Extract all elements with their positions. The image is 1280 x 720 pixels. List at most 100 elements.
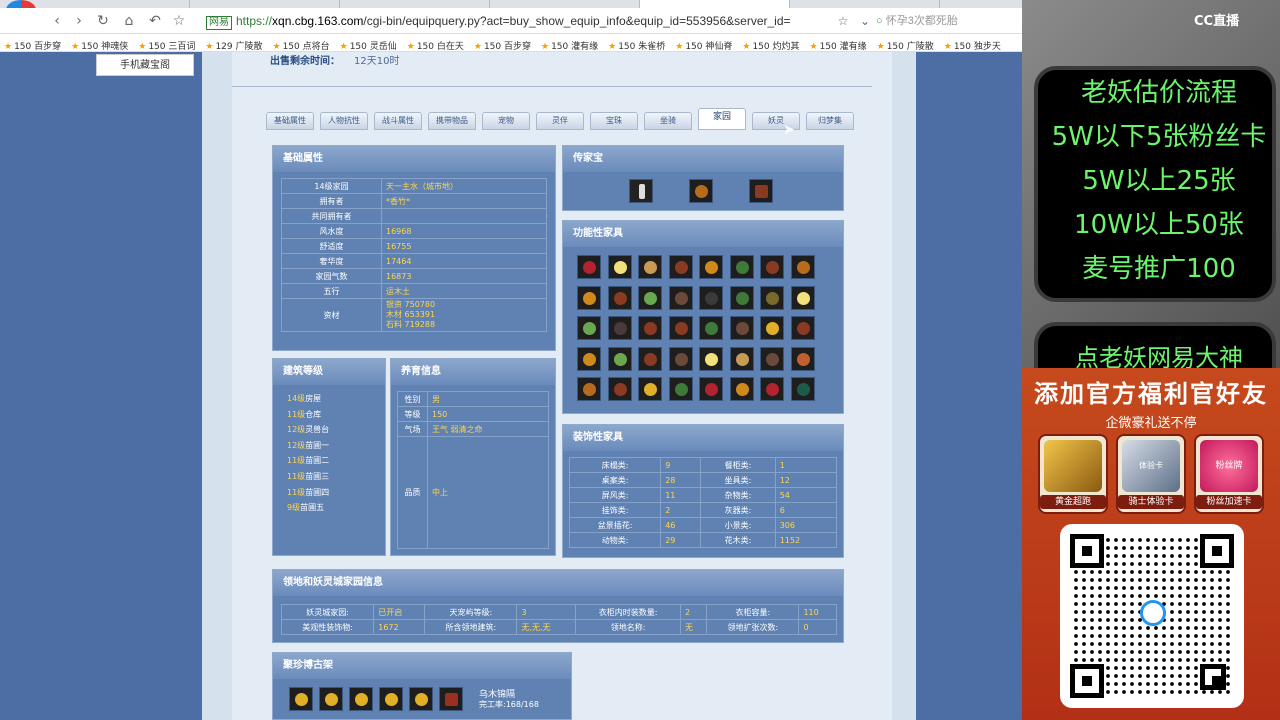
bookmark-item[interactable]: ★ 150 灌有缘 bbox=[541, 38, 598, 51]
furniture-item[interactable] bbox=[760, 316, 784, 340]
furniture-item[interactable] bbox=[760, 377, 784, 401]
bookmark-item[interactable]: ★ 150 白在天 bbox=[407, 38, 464, 51]
furniture-item[interactable] bbox=[607, 346, 632, 371]
browser-tab[interactable] bbox=[790, 0, 940, 8]
bookmark-item[interactable]: ★ 150 神魂侠 bbox=[71, 38, 128, 51]
furniture-icon bbox=[674, 261, 688, 274]
home-icon[interactable]: ⌂ bbox=[120, 12, 138, 30]
antique-item[interactable] bbox=[379, 687, 403, 711]
decor-value: 2 bbox=[660, 502, 702, 518]
bookmark-item[interactable]: ★ 150 朱雀桥 bbox=[608, 38, 665, 51]
furniture-item[interactable] bbox=[577, 255, 601, 279]
heirloom-item[interactable] bbox=[689, 179, 713, 203]
browser-tab-active[interactable] bbox=[640, 0, 790, 8]
furniture-item[interactable] bbox=[699, 346, 723, 371]
browser-tab[interactable] bbox=[340, 0, 490, 8]
antique-item[interactable] bbox=[349, 687, 373, 711]
tab-8[interactable]: 家园 bbox=[698, 108, 746, 130]
furniture-item[interactable] bbox=[638, 377, 662, 401]
bookmark-item[interactable]: ★ 150 百步穿 bbox=[4, 38, 61, 51]
reload-icon[interactable]: ↻ bbox=[94, 12, 112, 30]
furniture-item[interactable] bbox=[699, 316, 723, 340]
mobile-cbg-button[interactable]: 手机藏宝阁 bbox=[96, 54, 194, 76]
browser-tab[interactable] bbox=[190, 0, 340, 8]
heirloom-item[interactable] bbox=[629, 179, 653, 203]
bookmark-item[interactable]: ★ 150 神仙脊 bbox=[675, 38, 732, 51]
furniture-item[interactable] bbox=[790, 255, 815, 279]
furniture-item[interactable] bbox=[577, 377, 601, 401]
gift-card[interactable]: 粉丝牌 粉丝加速卡 bbox=[1194, 434, 1264, 514]
gift-card[interactable]: 体验卡 骑士体验卡 bbox=[1116, 434, 1186, 514]
tab-7[interactable]: 坐骑 bbox=[644, 112, 692, 130]
antique-item[interactable] bbox=[289, 687, 313, 711]
undo-icon[interactable]: ↶ bbox=[146, 12, 164, 30]
qr-code[interactable] bbox=[1060, 524, 1244, 708]
furniture-item[interactable] bbox=[729, 316, 754, 340]
bookmark-item[interactable]: ★ 150 广陵散 bbox=[877, 38, 934, 51]
furniture-item[interactable] bbox=[668, 285, 693, 310]
bookmark-item[interactable]: ★ 150 灵岳仙 bbox=[340, 38, 397, 51]
furniture-item[interactable] bbox=[729, 285, 754, 310]
furniture-item[interactable] bbox=[699, 377, 723, 401]
antique-item[interactable] bbox=[409, 687, 433, 711]
bookmark-item[interactable]: ★ 150 独步天 bbox=[944, 38, 1001, 51]
furniture-item[interactable] bbox=[790, 377, 815, 401]
bookmark-item[interactable]: ★ 129 广陵散 bbox=[205, 38, 262, 51]
building-item: 11级苗圃二 bbox=[287, 453, 371, 469]
furniture-item[interactable] bbox=[638, 255, 662, 279]
address-input[interactable]: 网易 https://xqn.cbg.163.com/cgi-bin/equipq… bbox=[206, 11, 866, 31]
browser-tab[interactable] bbox=[490, 0, 640, 8]
tab-5[interactable]: 灵伴 bbox=[536, 112, 584, 130]
furniture-item[interactable] bbox=[760, 346, 784, 371]
bookmark-item[interactable]: ★ 150 三百词 bbox=[138, 38, 195, 51]
furniture-item[interactable] bbox=[668, 377, 693, 401]
decor-value: 9 bbox=[660, 457, 702, 473]
tab-4[interactable]: 宠物 bbox=[482, 112, 530, 130]
antique-item[interactable] bbox=[439, 687, 463, 711]
furniture-item[interactable] bbox=[760, 255, 784, 279]
furniture-item[interactable] bbox=[790, 316, 815, 340]
furniture-item[interactable] bbox=[638, 285, 662, 310]
bookmark-item[interactable]: ★ 150 点将台 bbox=[273, 38, 330, 51]
furniture-item[interactable] bbox=[607, 255, 632, 279]
tab-6[interactable]: 宝珠 bbox=[590, 112, 638, 130]
furniture-item[interactable] bbox=[729, 346, 754, 371]
tab-1[interactable]: 人物抗性 bbox=[320, 112, 368, 130]
furniture-item[interactable] bbox=[729, 377, 754, 401]
furniture-item[interactable] bbox=[668, 255, 693, 279]
furniture-item[interactable] bbox=[638, 346, 662, 371]
furniture-item[interactable] bbox=[790, 285, 815, 310]
furniture-item[interactable] bbox=[577, 346, 601, 371]
building-level: 12级 bbox=[287, 440, 306, 450]
favorite-star-icon[interactable]: ☆ bbox=[834, 12, 852, 30]
furniture-item[interactable] bbox=[607, 316, 632, 340]
bookmark-item[interactable]: ★ 150 百步穿 bbox=[474, 38, 531, 51]
heirloom-item[interactable] bbox=[749, 179, 773, 203]
bookmark-star-icon[interactable]: ☆ bbox=[170, 12, 188, 30]
furniture-item[interactable] bbox=[760, 285, 784, 310]
furniture-item[interactable] bbox=[577, 285, 601, 310]
furniture-item[interactable] bbox=[638, 316, 662, 340]
furniture-item[interactable] bbox=[607, 285, 632, 310]
forward-icon[interactable]: › bbox=[70, 12, 88, 30]
furniture-item[interactable] bbox=[790, 346, 815, 371]
furniture-item[interactable] bbox=[729, 255, 754, 279]
bookmark-item[interactable]: ★ 150 灌有缘 bbox=[810, 38, 867, 51]
dropdown-icon[interactable]: ⌄ bbox=[856, 12, 874, 30]
gift-card[interactable]: 黄金超跑 bbox=[1038, 434, 1108, 514]
tab-2[interactable]: 战斗属性 bbox=[374, 112, 422, 130]
furniture-item[interactable] bbox=[668, 346, 693, 371]
furniture-item[interactable] bbox=[607, 377, 632, 401]
tab-10[interactable]: 归梦集 bbox=[806, 112, 854, 130]
tab-0[interactable]: 基础属性 bbox=[266, 112, 314, 130]
furniture-item[interactable] bbox=[699, 285, 723, 310]
browser-tab[interactable] bbox=[40, 0, 190, 8]
furniture-item[interactable] bbox=[577, 316, 601, 340]
furniture-item[interactable] bbox=[668, 316, 693, 340]
search-input[interactable]: ○ 怀孕3次都死胎 bbox=[876, 11, 1016, 31]
antique-item[interactable] bbox=[319, 687, 343, 711]
back-icon[interactable]: ‹ bbox=[48, 12, 66, 30]
furniture-item[interactable] bbox=[699, 255, 723, 279]
bookmark-item[interactable]: ★ 150 灼灼其 bbox=[742, 38, 799, 51]
tab-3[interactable]: 携带物品 bbox=[428, 112, 476, 130]
